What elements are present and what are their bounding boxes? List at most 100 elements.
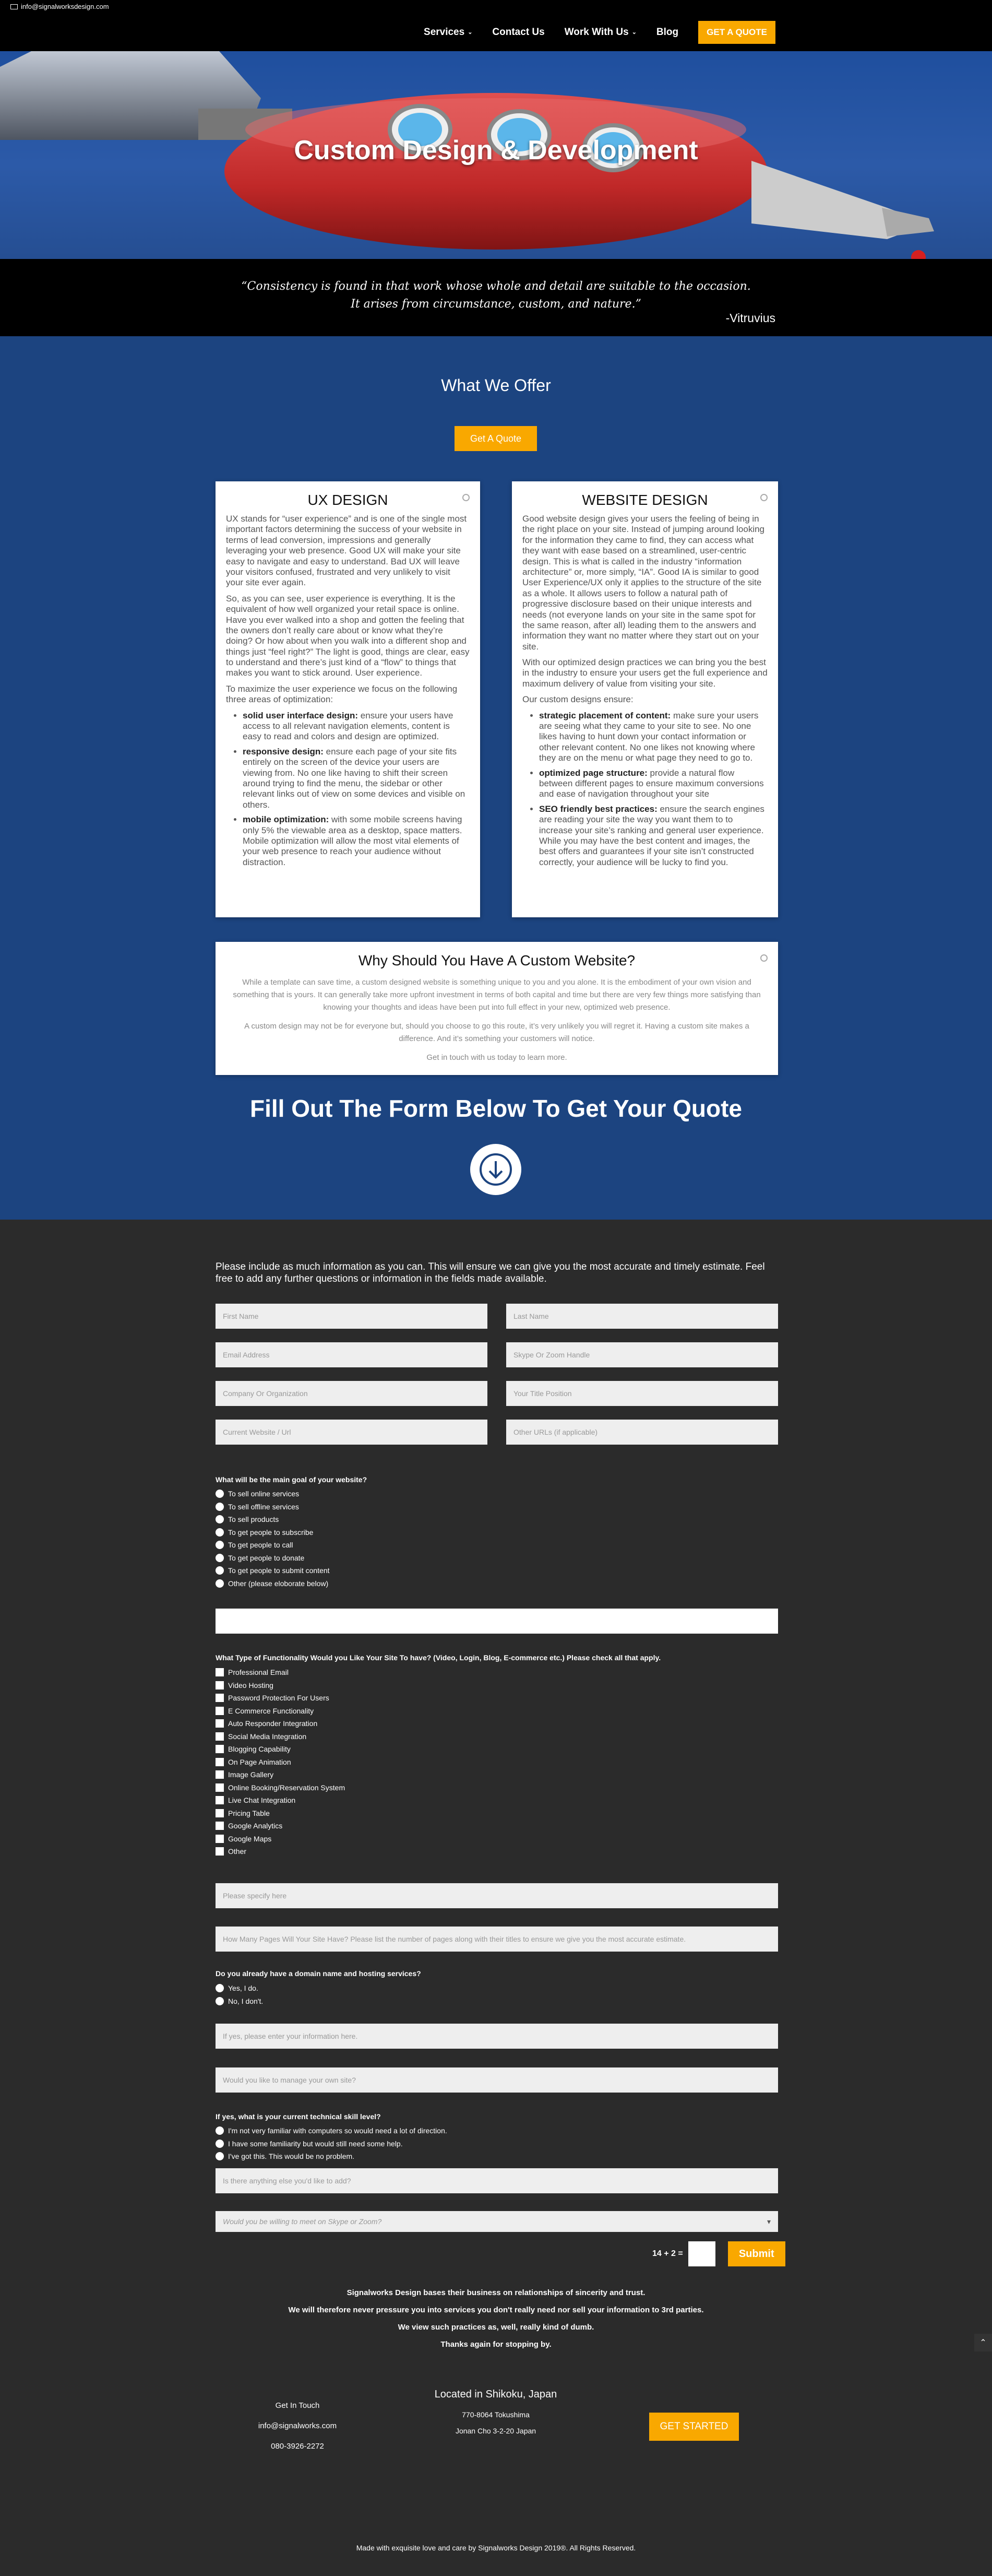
radio-button[interactable] — [216, 1502, 224, 1511]
checkbox[interactable] — [216, 1706, 224, 1715]
checkbox[interactable] — [216, 1681, 224, 1689]
goal-option[interactable]: Other (please eloborate below) — [216, 1577, 330, 1590]
goal-option[interactable]: To sell online services — [216, 1487, 330, 1500]
radio-button[interactable] — [216, 1553, 224, 1562]
option-label: Other — [228, 1847, 247, 1856]
func-option[interactable]: Professional Email — [216, 1666, 345, 1679]
skype-field[interactable]: Skype Or Zoom Handle — [506, 1342, 778, 1367]
footer-contact: Get In Touch info@signalworks.com 080-39… — [245, 2395, 350, 2456]
address-line: Jonan Cho 3-2-20 Japan — [455, 2426, 536, 2435]
func-option[interactable]: Google Maps — [216, 1833, 345, 1846]
radio-button[interactable] — [216, 1579, 224, 1588]
radio-button[interactable] — [216, 1541, 224, 1550]
radio-button[interactable] — [216, 2139, 224, 2148]
submit-button[interactable]: Submit — [727, 2241, 785, 2266]
promise-text: Signalworks Design bases their business … — [0, 2284, 992, 2353]
other-urls-field[interactable]: Other URLs (if applicable) — [506, 1420, 778, 1445]
first-name-field[interactable]: First Name — [216, 1304, 487, 1329]
scroll-down-button[interactable] — [470, 1144, 521, 1195]
goal-option[interactable]: To get people to call — [216, 1539, 330, 1552]
captcha-input[interactable] — [688, 2241, 715, 2266]
last-name-field[interactable]: Last Name — [506, 1304, 778, 1329]
goal-option[interactable]: To sell offline services — [216, 1500, 330, 1514]
other-goal-input[interactable] — [216, 1609, 778, 1634]
scroll-top-button[interactable]: ⌃ — [974, 2334, 992, 2352]
nav-blog[interactable]: Blog — [656, 27, 678, 38]
skill-option[interactable]: I have some familiarity but would still … — [216, 2137, 447, 2150]
radio-button[interactable] — [216, 1515, 224, 1524]
func-option[interactable]: Social Media Integration — [216, 1730, 345, 1743]
radio-button[interactable] — [216, 2126, 224, 2135]
contact-title: Get In Touch — [275, 2401, 320, 2410]
radio-button[interactable] — [216, 2152, 224, 2161]
mail-icon — [10, 4, 18, 9]
get-quote-button[interactable]: GET A QUOTE — [698, 20, 775, 44]
nav-work-with-us[interactable]: Work With Us ⌄ — [565, 27, 637, 38]
radio-button[interactable] — [216, 1490, 224, 1498]
domain-option[interactable]: Yes, I do. — [216, 1982, 263, 1995]
checkbox[interactable] — [216, 1694, 224, 1703]
checkbox[interactable] — [216, 1745, 224, 1754]
nav-contact[interactable]: Contact Us — [492, 27, 544, 38]
radio-button[interactable] — [216, 1566, 224, 1575]
skill-option[interactable]: I'm not very familiar with computers so … — [216, 2124, 447, 2137]
func-option[interactable]: Video Hosting — [216, 1679, 345, 1692]
func-option[interactable]: E Commerce Functionality — [216, 1705, 345, 1718]
domain-info-field[interactable]: If yes, please enter your information he… — [216, 2024, 778, 2049]
func-option[interactable]: Blogging Capability — [216, 1743, 345, 1756]
skill-option[interactable]: I've got this. This would be no problem. — [216, 2150, 447, 2163]
checkbox[interactable] — [216, 1770, 224, 1779]
meet-select[interactable]: Would you be willing to meet on Skype or… — [216, 2211, 778, 2232]
contact-email[interactable]: info@signalworks.com — [245, 2416, 350, 2436]
func-option[interactable]: Google Analytics — [216, 1819, 345, 1833]
option-label: To get people to donate — [228, 1553, 305, 1562]
checkbox[interactable] — [216, 1796, 224, 1805]
manage-site-field[interactable]: Would you like to manage your own site? — [216, 2067, 778, 2093]
checkbox[interactable] — [216, 1668, 224, 1677]
topbar-email[interactable]: info@signalworksdesign.com — [21, 3, 109, 10]
checkbox[interactable] — [216, 1719, 224, 1728]
get-a-quote-button[interactable]: Get A Quote — [455, 426, 537, 451]
checkbox[interactable] — [216, 1783, 224, 1792]
web-bullet: SEO friendly best practices: ensure the … — [539, 804, 768, 868]
func-option[interactable]: Image Gallery — [216, 1768, 345, 1781]
goal-option[interactable]: To get people to subscribe — [216, 1526, 330, 1539]
anything-else-field[interactable]: Is there anything else you'd like to add… — [216, 2168, 778, 2193]
domain-option[interactable]: No, I don't. — [216, 1995, 263, 2008]
func-option[interactable]: Pricing Table — [216, 1807, 345, 1820]
checkbox[interactable] — [216, 1847, 224, 1856]
radio-button[interactable] — [216, 1528, 224, 1537]
func-option[interactable]: Live Chat Integration — [216, 1794, 345, 1807]
radio-button[interactable] — [216, 1996, 224, 2005]
pages-field[interactable]: How Many Pages Will Your Site Have? Plea… — [216, 1927, 778, 1952]
ux-bullet-list: solid user interface design: ensure your… — [243, 711, 470, 868]
func-option[interactable]: Online Booking/Reservation System — [216, 1781, 345, 1794]
footer-location: Located in Shikoku, Japan 770-8064 Tokus… — [412, 2389, 579, 2439]
quote-author: -Vitruvius — [725, 311, 775, 325]
checkbox[interactable] — [216, 1757, 224, 1766]
nav-services[interactable]: Services ⌄ — [424, 27, 472, 38]
email-field[interactable]: Email Address — [216, 1342, 487, 1367]
company-field[interactable]: Company Or Organization — [216, 1381, 487, 1406]
goal-option[interactable]: To sell products — [216, 1513, 330, 1526]
checkbox[interactable] — [216, 1822, 224, 1830]
goal-option[interactable]: To get people to donate — [216, 1552, 330, 1565]
func-option[interactable]: On Page Animation — [216, 1756, 345, 1769]
web-paragraph: Our custom designs ensure: — [522, 694, 634, 705]
specify-field[interactable]: Please specify here — [216, 1883, 778, 1908]
func-option[interactable]: Password Protection For Users — [216, 1692, 345, 1705]
func-option[interactable]: Auto Responder Integration — [216, 1717, 345, 1730]
checkbox[interactable] — [216, 1732, 224, 1741]
title-position-field[interactable]: Your Title Position — [506, 1381, 778, 1406]
radio-button[interactable] — [216, 1984, 224, 1993]
get-started-button[interactable]: GET STARTED — [649, 2413, 739, 2441]
hero-banner: Custom Design & Development — [0, 51, 992, 259]
goal-option[interactable]: To get people to submit content — [216, 1564, 330, 1577]
option-label: Google Analytics — [228, 1822, 283, 1830]
checkbox[interactable] — [216, 1834, 224, 1843]
current-website-field[interactable]: Current Website / Url — [216, 1420, 487, 1445]
contact-phone[interactable]: 080-3926-2272 — [245, 2436, 350, 2456]
option-label: Live Chat Integration — [228, 1796, 296, 1805]
checkbox[interactable] — [216, 1809, 224, 1817]
func-option[interactable]: Other — [216, 1845, 345, 1858]
